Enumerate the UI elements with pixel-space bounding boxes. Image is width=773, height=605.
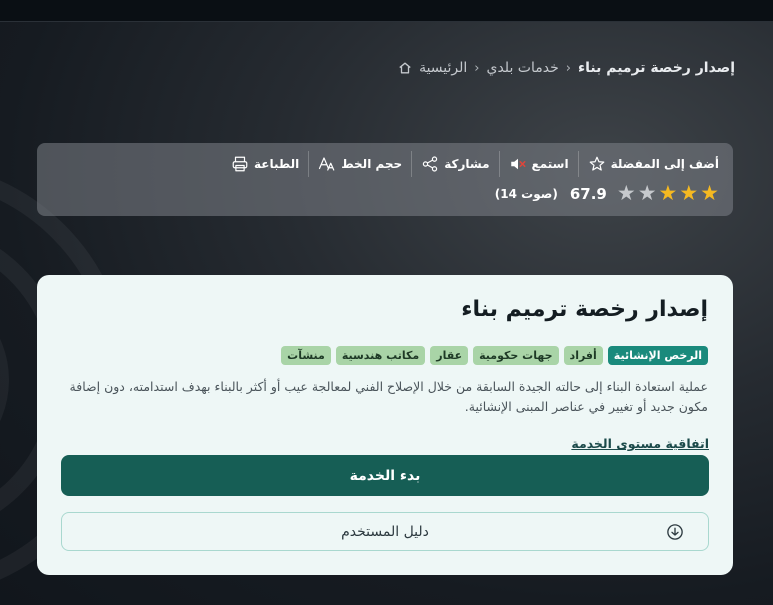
service-tag: عقار xyxy=(430,346,469,365)
service-card: إصدار رخصة ترميم بناء الرخص الإنشائية أفر… xyxy=(37,275,733,575)
user-guide-button[interactable]: دليل المستخدم xyxy=(61,512,709,551)
star-empty-icon[interactable]: ★ xyxy=(617,183,636,204)
breadcrumb-section[interactable]: خدمات بلدي xyxy=(487,60,559,76)
home-icon[interactable] xyxy=(398,61,412,75)
service-description: عملية استعادة البناء إلى حالته الجيدة ال… xyxy=(69,379,708,414)
share-button[interactable]: مشاركة xyxy=(412,153,498,175)
service-toolbar: أضف إلى المفضلة استمع مشاركة حجم الخط ال… xyxy=(37,143,733,216)
breadcrumb-home[interactable]: الرئيسية xyxy=(419,60,467,76)
star-filled-icon[interactable]: ★ xyxy=(679,183,698,204)
font-size-icon xyxy=(319,157,335,171)
service-tag: الرخص الإنشائية xyxy=(607,346,708,365)
speaker-muted-icon xyxy=(510,158,526,170)
service-tag: جهات حكومية xyxy=(473,346,559,365)
listen-button[interactable]: استمع xyxy=(500,153,578,175)
printer-icon xyxy=(232,156,248,172)
service-tag: مكاتب هندسية xyxy=(335,346,426,365)
print-button[interactable]: الطباعة xyxy=(222,153,308,175)
star-empty-icon[interactable]: ★ xyxy=(638,183,657,204)
font-size-button[interactable]: حجم الخط xyxy=(309,153,411,175)
star-outline-icon xyxy=(589,156,604,171)
star-filled-icon[interactable]: ★ xyxy=(659,183,678,204)
breadcrumb-current: إصدار رخصة ترميم بناء xyxy=(577,60,735,76)
rating: ★ ★ ★ ★ ★ 67.9 (14 صوت) xyxy=(495,183,719,204)
service-tag: أفراد xyxy=(563,346,603,365)
listen-label: استمع xyxy=(531,157,569,171)
breadcrumb-separator: ‹ xyxy=(565,60,571,76)
share-icon xyxy=(423,156,438,172)
service-title: إصدار رخصة ترميم بناء xyxy=(461,297,708,322)
rating-stars[interactable]: ★ ★ ★ ★ ★ xyxy=(617,183,719,204)
star-filled-icon[interactable]: ★ xyxy=(700,183,719,204)
rating-score: 67.9 xyxy=(569,184,607,203)
favorite-button[interactable]: أضف إلى المفضلة xyxy=(579,153,719,175)
toolbar-actions: أضف إلى المفضلة استمع مشاركة حجم الخط ال… xyxy=(222,151,719,177)
top-bar xyxy=(0,0,773,22)
user-guide-label: دليل المستخدم xyxy=(341,523,429,540)
print-label: الطباعة xyxy=(254,157,300,171)
start-service-button[interactable]: بدء الخدمة xyxy=(61,455,709,496)
service-tag: منشآت xyxy=(281,346,331,365)
download-circle-icon xyxy=(667,524,683,540)
font-size-label: حجم الخط xyxy=(341,157,403,171)
sla-link[interactable]: اتفاقية مستوى الخدمة xyxy=(571,436,709,451)
service-tags: الرخص الإنشائية أفراد جهات حكومية عقار مكاتب… xyxy=(281,346,708,365)
breadcrumb: الرئيسية ‹ خدمات بلدي ‹ إصدار رخصة ترميم… xyxy=(398,60,735,76)
breadcrumb-separator: ‹ xyxy=(474,60,480,76)
share-label: مشاركة xyxy=(444,157,490,171)
rating-votes: (14 صوت) xyxy=(494,186,558,201)
favorite-label: أضف إلى المفضلة xyxy=(610,157,719,171)
